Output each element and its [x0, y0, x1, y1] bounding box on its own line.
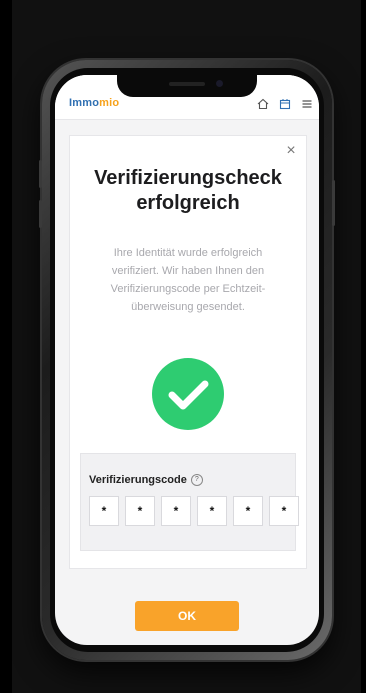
code-digit-4[interactable]: *: [197, 496, 227, 526]
code-input-group: * * * * * *: [89, 496, 299, 526]
power-button: [332, 180, 335, 226]
front-camera: [216, 80, 223, 87]
verification-code-panel: Verifizierungscode? * * * * * *: [80, 453, 299, 551]
nav-icons: [257, 97, 313, 110]
ok-button[interactable]: OK: [135, 601, 239, 631]
volume-down-button: [39, 200, 42, 228]
code-digit-2[interactable]: *: [125, 496, 155, 526]
code-digit-6[interactable]: *: [269, 496, 299, 526]
help-icon[interactable]: ?: [190, 474, 203, 487]
background: Immomio × Verifizierungscheck erfolgreic…: [12, 0, 361, 693]
close-icon[interactable]: ×: [282, 142, 300, 160]
notch: [117, 75, 257, 97]
logo-text-primary: Immo: [69, 97, 100, 109]
modal-title-line2: erfolgreich: [136, 192, 240, 214]
phone-frame: Immomio × Verifizierungscheck erfolgreic…: [39, 60, 335, 660]
code-digit-1[interactable]: *: [89, 496, 119, 526]
modal-description: Ihre Identität wurde erfolgreich verifiz…: [110, 247, 266, 313]
logo-text-accent: mio: [99, 97, 120, 109]
app-logo[interactable]: Immomio: [69, 97, 119, 109]
code-digit-5[interactable]: *: [233, 496, 263, 526]
home-icon[interactable]: [257, 97, 269, 110]
code-label-text: Verifizierungscode: [89, 474, 187, 486]
code-label: Verifizierungscode?: [89, 474, 203, 487]
verification-modal: × Verifizierungscheck erfolgreich Ihre I…: [69, 135, 307, 569]
menu-icon[interactable]: [301, 97, 313, 109]
modal-title: Verifizierungscheck erfolgreich: [78, 166, 298, 216]
success-check-icon: [152, 358, 224, 430]
phone-screen: Immomio × Verifizierungscheck erfolgreic…: [55, 75, 319, 645]
speaker: [169, 82, 205, 86]
modal-title-line1: Verifizierungscheck: [94, 167, 282, 189]
code-digit-3[interactable]: *: [161, 496, 191, 526]
calendar-icon[interactable]: [279, 97, 291, 110]
volume-up-button: [39, 160, 42, 188]
